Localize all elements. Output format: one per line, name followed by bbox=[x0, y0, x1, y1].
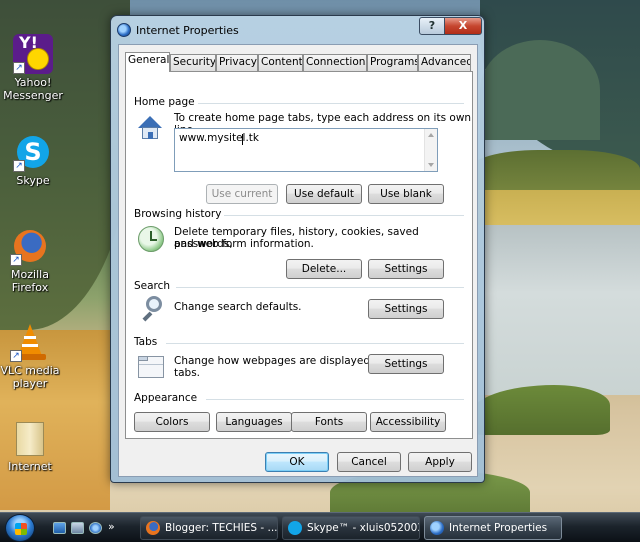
show-desktop-icon[interactable] bbox=[53, 522, 66, 534]
internet-properties-dialog: Internet Properties ? X General Security… bbox=[110, 15, 485, 483]
ok-button[interactable]: OK bbox=[265, 452, 329, 472]
apply-button[interactable]: Apply bbox=[408, 452, 472, 472]
group-divider bbox=[198, 103, 464, 104]
home-page-url-textbox[interactable]: www.mysitel.tk bbox=[174, 128, 438, 172]
use-default-button[interactable]: Use default bbox=[286, 184, 362, 204]
scroll-down-arrow-icon bbox=[428, 163, 434, 167]
search-group-title: Search bbox=[134, 280, 174, 292]
tabs-settings-button[interactable]: Settings bbox=[368, 354, 444, 374]
taskbar: » Blogger: TECHIES - ... Skype™ - xluis0… bbox=[0, 512, 640, 542]
appearance-group-title: Appearance bbox=[134, 392, 201, 404]
colors-button[interactable]: Colors bbox=[134, 412, 210, 432]
group-divider bbox=[166, 343, 464, 344]
home-page-url-value: www.mysitel.tk bbox=[179, 132, 259, 144]
skype-icon: S ↗ bbox=[13, 132, 53, 172]
vlc-icon: ↗ bbox=[10, 322, 50, 362]
internet-explorer-quicklaunch-icon[interactable] bbox=[89, 522, 102, 534]
shortcut-arrow-icon: ↗ bbox=[10, 254, 22, 266]
yahoo-messenger-icon: Y! ↗ bbox=[13, 34, 53, 74]
taskbar-button-skype[interactable]: Skype™ - xluis052003 bbox=[282, 516, 420, 540]
search-description: Change search defaults. bbox=[174, 301, 302, 313]
home-page-icon bbox=[136, 114, 166, 144]
taskbar-button-blogger[interactable]: Blogger: TECHIES - ... bbox=[140, 516, 278, 540]
firefox-icon: ↗ bbox=[10, 226, 50, 266]
background-lake bbox=[478, 225, 640, 395]
tab-strip: General Security Privacy Content Connect… bbox=[125, 52, 473, 72]
tab-connections[interactable]: Connections bbox=[303, 54, 367, 71]
tab-general[interactable]: General bbox=[125, 52, 170, 72]
internet-explorer-icon bbox=[117, 23, 131, 37]
dialog-title: Internet Properties bbox=[136, 24, 239, 37]
desktop-icon-label: VLC media player bbox=[0, 364, 60, 390]
start-button[interactable] bbox=[5, 514, 35, 542]
ie-icon bbox=[430, 521, 444, 535]
desktop-icon-vlc[interactable]: ↗ VLC media player bbox=[0, 322, 60, 390]
tabs-description-line-1: Change how webpages are displayed in bbox=[174, 355, 383, 367]
desktop-icon-label: Skype bbox=[16, 174, 50, 187]
desktop-icon-label: Yahoo! Messenger bbox=[3, 76, 63, 102]
desktop-icon-label: Internet bbox=[8, 460, 52, 473]
tab-advanced[interactable]: Advanced bbox=[418, 54, 471, 71]
browsing-history-icon bbox=[136, 224, 166, 254]
dialog-titlebar[interactable]: Internet Properties ? X bbox=[111, 16, 484, 44]
taskbar-button-label: Blogger: TECHIES - ... bbox=[165, 522, 278, 534]
home-page-group-title: Home page bbox=[134, 96, 198, 108]
delete-history-button[interactable]: Delete... bbox=[286, 259, 362, 279]
shortcut-arrow-icon: ↗ bbox=[13, 62, 25, 74]
tabs-window-icon bbox=[136, 352, 166, 382]
skype-icon bbox=[288, 521, 302, 535]
tabs-group-title: Tabs bbox=[134, 336, 161, 348]
browsing-history-group-title: Browsing history bbox=[134, 208, 225, 220]
taskbar-button-label: Skype™ - xluis052003 bbox=[307, 522, 420, 534]
taskbar-button-internet-properties[interactable]: Internet Properties bbox=[424, 516, 562, 540]
background-field bbox=[470, 190, 640, 230]
tab-content[interactable]: Content bbox=[258, 54, 303, 71]
background-mountain bbox=[480, 40, 600, 140]
shortcut-arrow-icon: ↗ bbox=[10, 350, 22, 362]
browsing-history-settings-button[interactable]: Settings bbox=[368, 259, 444, 279]
shortcut-arrow-icon: ↗ bbox=[13, 160, 25, 172]
use-current-button[interactable]: Use current bbox=[206, 184, 278, 204]
desktop-icon-yahoo-messenger[interactable]: Y! ↗ Yahoo! Messenger bbox=[0, 34, 66, 102]
desktop-icon-skype[interactable]: S ↗ Skype bbox=[0, 132, 66, 187]
internet-folder-icon bbox=[10, 418, 50, 458]
help-button[interactable]: ? bbox=[419, 17, 445, 35]
search-settings-button[interactable]: Settings bbox=[368, 299, 444, 319]
browsing-history-description-line-2: and web form information. bbox=[174, 238, 314, 250]
scroll-up-arrow-icon bbox=[428, 133, 434, 137]
close-button[interactable]: X bbox=[444, 17, 482, 35]
tab-privacy[interactable]: Privacy bbox=[216, 54, 258, 71]
firefox-icon bbox=[146, 521, 160, 535]
cancel-button[interactable]: Cancel bbox=[337, 452, 401, 472]
text-caret bbox=[242, 134, 243, 145]
desktop-icon-internet[interactable]: Internet bbox=[0, 418, 60, 473]
dialog-client-area: General Security Privacy Content Connect… bbox=[118, 44, 478, 477]
group-divider bbox=[176, 287, 464, 288]
group-divider bbox=[222, 215, 464, 216]
quick-launch-more-button[interactable]: » bbox=[108, 520, 115, 533]
desktop-icon-firefox[interactable]: ↗ Mozilla Firefox bbox=[0, 226, 60, 294]
taskbar-button-label: Internet Properties bbox=[449, 522, 548, 534]
accessibility-button[interactable]: Accessibility bbox=[370, 412, 446, 432]
tab-security[interactable]: Security bbox=[170, 54, 216, 71]
desktop-icon-label: Mozilla Firefox bbox=[11, 268, 49, 294]
use-blank-button[interactable]: Use blank bbox=[368, 184, 444, 204]
fonts-button[interactable]: Fonts bbox=[291, 412, 367, 432]
group-divider bbox=[206, 399, 464, 400]
languages-button[interactable]: Languages bbox=[216, 412, 292, 432]
tab-programs[interactable]: Programs bbox=[367, 54, 418, 71]
windows-logo-icon bbox=[15, 523, 27, 535]
general-tab-page: Home page To create home page tabs, type… bbox=[125, 71, 473, 439]
search-magnifier-icon bbox=[138, 294, 168, 324]
switch-windows-icon[interactable] bbox=[71, 522, 84, 534]
url-textbox-scrollbar[interactable] bbox=[424, 129, 437, 171]
tabs-description-line-2: tabs. bbox=[174, 367, 201, 379]
